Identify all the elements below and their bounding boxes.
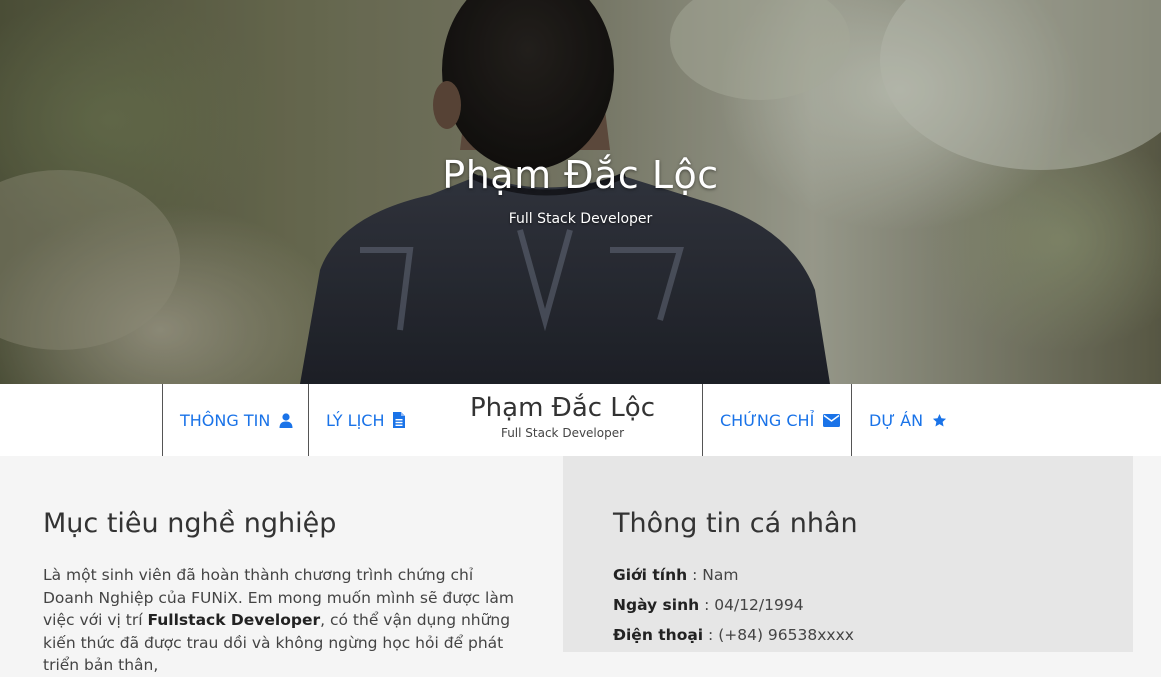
info-row-phone: Điện thoại : (+84) 96538xxxx — [613, 626, 854, 644]
objective-text: Là một sinh viên đã hoàn thành chương tr… — [43, 564, 523, 677]
objective-highlight: Fullstack Developer — [147, 611, 321, 629]
section-title: Thông tin cá nhân — [613, 508, 858, 539]
nav-item-label: DỰ ÁN — [869, 410, 924, 430]
career-objective-section: Mục tiêu nghề nghiệp Là một sinh viên đã… — [0, 456, 563, 674]
section-title: Mục tiêu nghề nghiệp — [43, 508, 337, 539]
nav-item-label: LÝ LỊCH — [326, 410, 385, 430]
info-label: Điện thoại — [613, 626, 704, 644]
info-value: Nam — [702, 566, 739, 584]
info-value: 04/12/1994 — [714, 596, 804, 614]
info-row-gender: Giới tính : Nam — [613, 566, 739, 584]
info-label: Ngày sinh — [613, 596, 700, 614]
nav-item-thong-tin[interactable]: THÔNG TIN — [162, 384, 309, 456]
brand-role: Full Stack Developer — [500, 426, 625, 440]
main-navbar: THÔNG TIN LÝ LỊCH Phạm Đắc Lộc Full Stac… — [0, 384, 1161, 456]
hero-role: Full Stack Developer — [508, 211, 653, 227]
nav-item-chung-chi[interactable]: CHỨNG CHỈ — [702, 384, 852, 456]
star-icon — [932, 413, 947, 428]
nav-item-du-an[interactable]: DỰ ÁN — [851, 384, 971, 456]
info-row-birthday: Ngày sinh : 04/12/1994 — [613, 596, 804, 614]
content-area: Mục tiêu nghề nghiệp Là một sinh viên đã… — [0, 456, 1161, 674]
nav-item-ly-lich[interactable]: LÝ LỊCH — [308, 384, 440, 456]
nav-item-label: CHỨNG CHỈ — [720, 410, 815, 430]
hero-name: Phạm Đắc Lộc — [442, 153, 719, 197]
envelope-icon — [823, 413, 841, 427]
brand-name: Phạm Đắc Lộc — [469, 393, 655, 423]
hero-banner: Phạm Đắc Lộc Full Stack Developer — [0, 0, 1161, 384]
personal-info-section: Thông tin cá nhân Giới tính : Nam Ngày s… — [563, 456, 1133, 652]
nav-brand[interactable]: Phạm Đắc Lộc Full Stack Developer — [440, 384, 685, 456]
file-icon — [393, 412, 406, 428]
user-icon — [279, 412, 293, 428]
nav-item-label: THÔNG TIN — [180, 410, 271, 430]
info-label: Giới tính — [613, 566, 688, 584]
personal-info-list: Giới tính : Nam Ngày sinh : 04/12/1994 Đ… — [613, 564, 854, 654]
info-value: (+84) 96538xxxx — [718, 626, 854, 644]
